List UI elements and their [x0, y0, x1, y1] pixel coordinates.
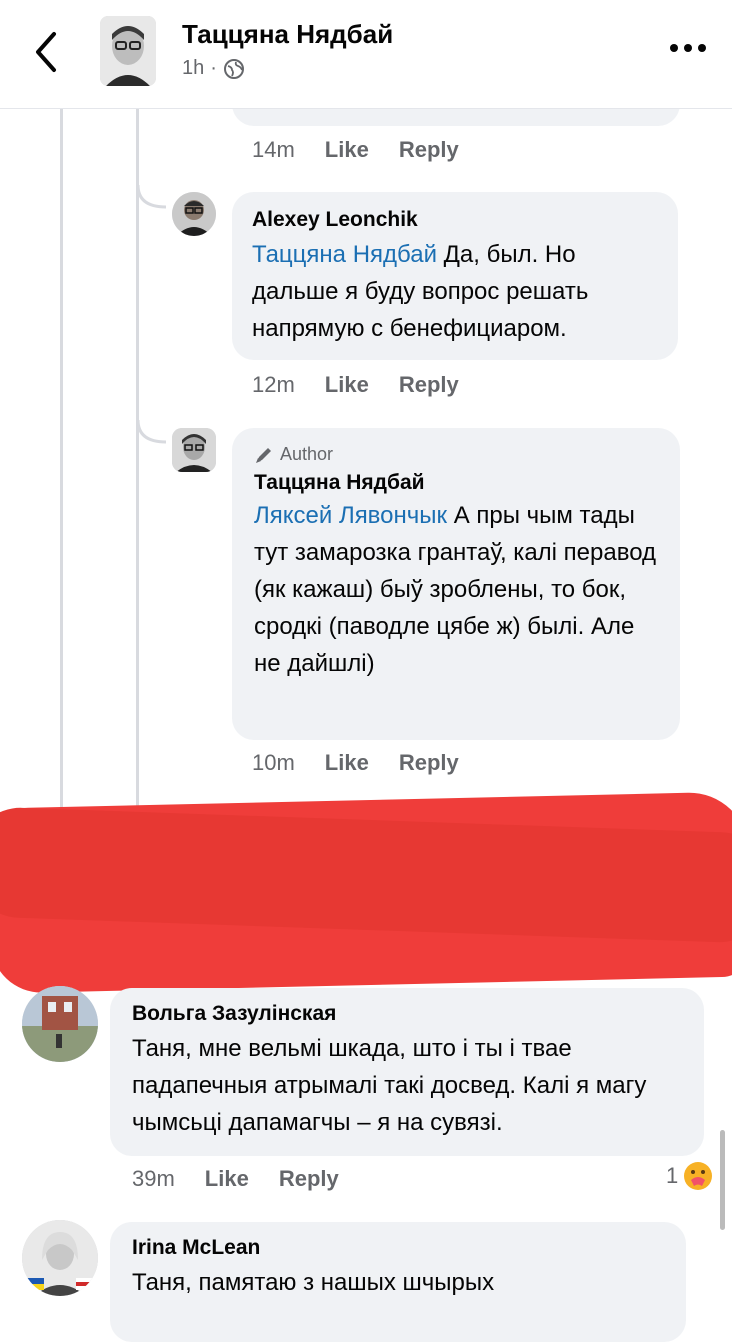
comment-actions: 10m Like Reply	[252, 750, 459, 776]
commenter-avatar[interactable]	[172, 428, 216, 472]
mention-link[interactable]: Тацця‌на Нядбай	[252, 241, 437, 268]
comment-time[interactable]: 39m	[132, 1166, 175, 1192]
commenter-avatar[interactable]	[22, 986, 98, 1062]
commenter-name[interactable]: Irina McLean	[132, 1236, 664, 1260]
back-arrow-icon[interactable]	[30, 30, 62, 74]
comment-actions: 14m Like Reply	[252, 137, 459, 163]
pencil-icon	[256, 447, 271, 463]
mention-link[interactable]: Ляксей Лявончык	[254, 502, 447, 529]
globe-icon	[223, 58, 244, 79]
comment-bubble: Вольга Зазулінская Таня, мне вельмі шкад…	[110, 988, 704, 1156]
comment-time[interactable]: 14m	[252, 137, 295, 163]
like-button[interactable]: Like	[325, 137, 369, 163]
reaction-summary[interactable]: 1	[666, 1160, 714, 1192]
comment-actions: 12m Like Reply	[252, 372, 459, 398]
comment-text: Тацця‌на Нядбай Да, был. Но дальше я буд…	[252, 236, 658, 347]
comment-actions: 39m Like Reply	[132, 1166, 339, 1192]
meta-separator: ·	[210, 57, 217, 79]
comment-bubble: Author Тацця‌на Нядбай Ляксей Лявончык А…	[232, 428, 680, 740]
comment-bubble: Alexey Leonchik Тацця‌на Нядбай Да, был.…	[232, 192, 678, 360]
comment-bubble: Irina McLean Таня, памятаю з нашых шчыры…	[110, 1222, 686, 1342]
like-button[interactable]: Like	[325, 750, 369, 776]
scrollbar[interactable]	[720, 1130, 725, 1230]
thread-connector	[136, 420, 167, 444]
comment-text: Таня, памятаю з нашых шчырых	[132, 1269, 495, 1296]
thread-connector	[136, 185, 167, 209]
comment-time[interactable]: 12m	[252, 372, 295, 398]
comment-text: Ляксей Лявончык А пры чым тады тут замар…	[254, 497, 658, 682]
comment-text: Таня, мне вельмі шкада, што і ты і твае …	[132, 1035, 647, 1136]
reply-button[interactable]: Reply	[399, 750, 459, 776]
reply-button[interactable]: Reply	[399, 372, 459, 398]
comment-time[interactable]: 10m	[252, 750, 295, 776]
post-meta: 1h ·	[182, 57, 245, 80]
commenter-name[interactable]: Alexey Leonchik	[252, 208, 658, 232]
reaction-count: 1	[666, 1163, 679, 1188]
reply-button[interactable]: Reply	[399, 137, 459, 163]
care-reaction-icon	[684, 1162, 713, 1190]
author-badge: Author	[254, 444, 658, 465]
like-button[interactable]: Like	[325, 372, 369, 398]
author-badge-label: Author	[280, 444, 334, 464]
post-time[interactable]: 1h	[182, 57, 204, 80]
commenter-avatar[interactable]	[172, 192, 216, 236]
like-button[interactable]: Like	[205, 1166, 249, 1192]
page-title[interactable]: Тацця‌на Нядбай	[182, 19, 393, 50]
commenter-name[interactable]: Вольга Зазулінская	[132, 1002, 682, 1026]
author-avatar[interactable]	[100, 16, 156, 86]
reply-button[interactable]: Reply	[279, 1166, 339, 1192]
more-options-icon[interactable]	[668, 36, 708, 60]
post-header: Тацця‌на Нядбай 1h ·	[0, 0, 732, 109]
thread-line	[60, 108, 63, 808]
commenter-avatar[interactable]	[22, 1220, 98, 1296]
commenter-name[interactable]: Тацця‌на Нядбай	[254, 471, 658, 495]
